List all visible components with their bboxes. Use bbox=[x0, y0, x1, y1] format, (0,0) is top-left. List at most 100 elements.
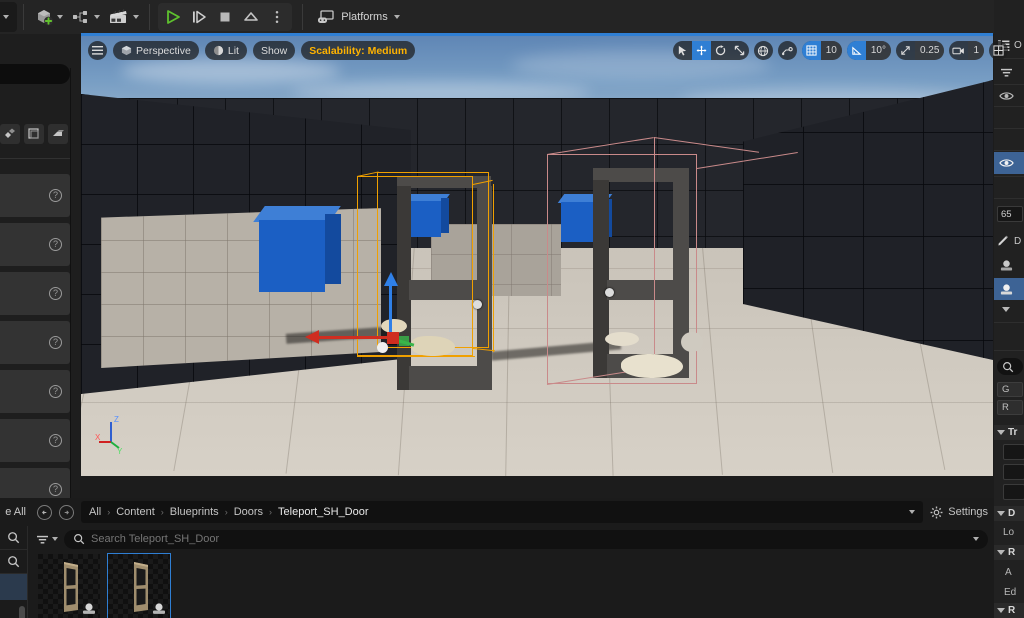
left-panel-row[interactable]: ? bbox=[0, 370, 70, 413]
actor-count-field[interactable]: 65 bbox=[997, 206, 1023, 222]
chevron-down-icon[interactable] bbox=[909, 510, 916, 514]
angle-snap-value[interactable]: 10° bbox=[865, 41, 891, 60]
content-browser-assets bbox=[27, 526, 994, 618]
asset-search-box[interactable] bbox=[64, 529, 988, 549]
angle-snap-button[interactable] bbox=[846, 41, 866, 60]
left-panel-row[interactable]: ? bbox=[0, 419, 70, 462]
left-panel-row[interactable]: ? bbox=[0, 321, 70, 364]
viewport-layout-button[interactable] bbox=[989, 41, 1008, 60]
scale-icon bbox=[734, 45, 744, 56]
search-assets-button[interactable] bbox=[0, 526, 27, 550]
breadcrumb-item-teleport-door[interactable]: Teleport_SH_Door bbox=[278, 506, 369, 518]
filter-button[interactable] bbox=[36, 534, 58, 545]
breadcrumb[interactable]: All › Content › Blueprints › Doors › Tel… bbox=[81, 501, 924, 523]
render-tab-button[interactable]: R bbox=[997, 400, 1023, 415]
replication-section-header[interactable]: R bbox=[994, 603, 1024, 618]
scalability-button[interactable]: Scalability: Medium bbox=[301, 41, 416, 60]
surface-snap-button[interactable] bbox=[778, 41, 797, 60]
help-icon[interactable]: ? bbox=[49, 336, 62, 349]
left-panel-search[interactable] bbox=[0, 64, 70, 84]
rail-scrollbar[interactable] bbox=[19, 606, 25, 618]
chevron-down-icon[interactable] bbox=[973, 537, 979, 541]
create-tools-group bbox=[30, 2, 143, 32]
outliner-filter-button[interactable] bbox=[994, 62, 1024, 82]
camera-mode-button[interactable]: Perspective bbox=[113, 41, 199, 60]
content-browser-rail bbox=[0, 526, 27, 618]
transform-section-header[interactable]: Tr bbox=[994, 425, 1024, 440]
help-icon[interactable]: ? bbox=[49, 189, 62, 202]
scale-tool-button[interactable] bbox=[730, 41, 749, 60]
component-button[interactable] bbox=[994, 255, 1024, 275]
cinematics-button[interactable] bbox=[104, 2, 143, 32]
details-search-box[interactable] bbox=[997, 358, 1023, 375]
scale-snap-button[interactable] bbox=[896, 41, 915, 60]
show-menu-button[interactable]: Show bbox=[252, 41, 296, 60]
left-panel-row[interactable]: ? bbox=[0, 223, 70, 266]
left-panel-divider bbox=[0, 158, 70, 159]
rotate-tool-button[interactable] bbox=[711, 41, 730, 60]
back-button[interactable] bbox=[37, 504, 52, 520]
level-viewport[interactable]: Z X Y bbox=[81, 36, 993, 476]
platforms-button[interactable]: Platforms bbox=[309, 3, 407, 31]
scale-snap-value[interactable]: 0.25 bbox=[914, 41, 945, 60]
location-field[interactable] bbox=[1003, 444, 1024, 460]
search-folders-button[interactable] bbox=[0, 550, 27, 574]
eject-button[interactable] bbox=[238, 2, 264, 32]
breadcrumb-item-all[interactable]: All bbox=[89, 506, 101, 518]
select-tool-button[interactable] bbox=[673, 41, 692, 60]
more-options-button[interactable] bbox=[264, 2, 290, 32]
content-browser-search-row bbox=[36, 529, 988, 549]
rotation-field[interactable] bbox=[1003, 464, 1024, 480]
search-input[interactable] bbox=[91, 533, 967, 545]
component-expand-button[interactable] bbox=[994, 302, 1024, 316]
rendering-section-header[interactable]: R bbox=[994, 545, 1024, 560]
transform-gizmo[interactable] bbox=[305, 272, 421, 353]
breadcrumb-item-blueprints[interactable]: Blueprints bbox=[170, 506, 219, 518]
breadcrumb-separator: › bbox=[269, 507, 273, 517]
breadcrumb-separator: › bbox=[160, 507, 164, 517]
viewport-menu-button[interactable] bbox=[88, 41, 107, 60]
grid-snap-button[interactable] bbox=[801, 41, 821, 60]
chevron-down-icon bbox=[94, 15, 101, 19]
breadcrumb-item-content[interactable]: Content bbox=[116, 506, 155, 518]
content-browser: e All All › Content › Blueprints › Doors… bbox=[0, 498, 1024, 618]
scale-field[interactable] bbox=[1003, 484, 1024, 500]
grid-snap-value[interactable]: 10 bbox=[820, 41, 842, 60]
play-button[interactable] bbox=[160, 2, 186, 32]
camera-speed-value[interactable]: 1 bbox=[968, 41, 984, 60]
toolbar-divider-3 bbox=[302, 4, 304, 30]
asset-tile-1[interactable] bbox=[38, 554, 100, 618]
editor-mode-dropdown[interactable]: de bbox=[0, 2, 18, 32]
left-panel-row[interactable]: ? bbox=[0, 174, 70, 217]
save-all-button[interactable]: e All bbox=[0, 506, 30, 518]
help-icon[interactable]: ? bbox=[49, 434, 62, 447]
frame-selection-button[interactable] bbox=[24, 124, 44, 144]
content-browser-settings-button[interactable]: Settings bbox=[930, 506, 994, 519]
snap-object-button[interactable] bbox=[48, 124, 68, 144]
help-icon[interactable]: ? bbox=[49, 238, 62, 251]
visibility-toggle[interactable] bbox=[994, 87, 1024, 105]
skip-button[interactable] bbox=[186, 2, 212, 32]
translate-tool-button[interactable] bbox=[691, 41, 711, 60]
left-panel-row[interactable]: ? bbox=[0, 272, 70, 315]
view-mode-button[interactable]: Lit bbox=[204, 41, 247, 60]
breadcrumb-item-doors[interactable]: Doors bbox=[234, 506, 263, 518]
blueprints-button[interactable] bbox=[67, 2, 104, 32]
help-icon[interactable]: ? bbox=[49, 483, 62, 496]
asset-tile-2[interactable] bbox=[107, 553, 171, 618]
coord-system-button[interactable] bbox=[754, 41, 773, 60]
general-tab-button[interactable]: G bbox=[997, 382, 1023, 397]
help-icon[interactable]: ? bbox=[49, 287, 62, 300]
select-translucent-button[interactable] bbox=[0, 124, 20, 144]
details-edit-label: D bbox=[1014, 235, 1022, 247]
default-section-header[interactable]: D bbox=[994, 506, 1024, 521]
stop-button[interactable] bbox=[212, 2, 238, 32]
camera-speed-button[interactable] bbox=[949, 41, 968, 60]
forward-button[interactable] bbox=[59, 504, 74, 520]
add-content-button[interactable] bbox=[30, 2, 67, 32]
rail-selected-folder[interactable] bbox=[0, 574, 27, 600]
component-button-selected[interactable] bbox=[994, 278, 1024, 300]
details-edit-button[interactable]: D bbox=[994, 232, 1024, 250]
visibility-toggle-selected[interactable] bbox=[994, 152, 1024, 174]
help-icon[interactable]: ? bbox=[49, 385, 62, 398]
